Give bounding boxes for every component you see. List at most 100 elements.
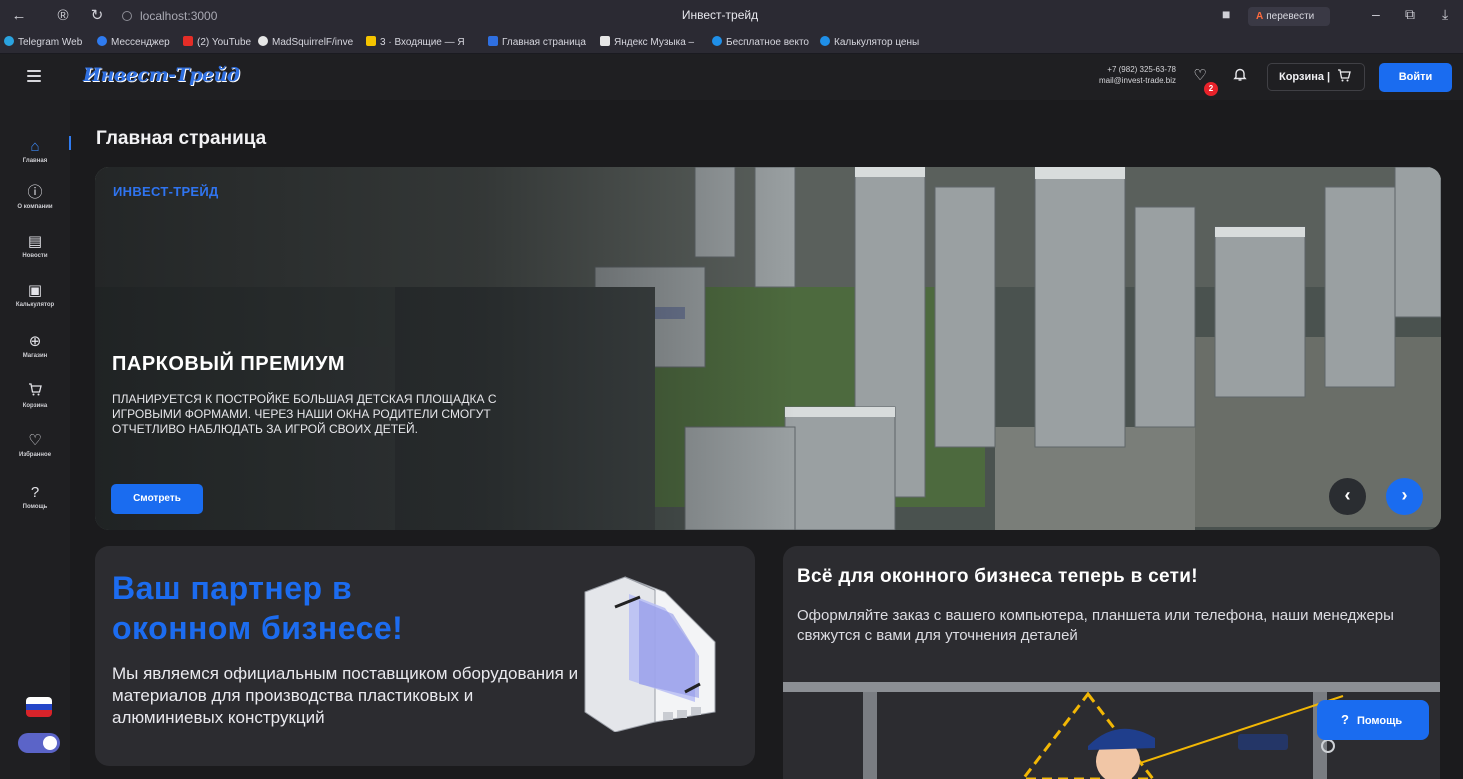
reload-icon[interactable]: ↻ (88, 7, 106, 25)
question-icon: ? (1341, 712, 1349, 727)
bookmark-item[interactable]: Бесплатное векто (712, 36, 809, 50)
contacts: +7 (982) 325-63-78 mail@invest-trade.biz (1050, 64, 1176, 86)
logo[interactable]: Инвест-Трейд (83, 64, 240, 86)
bookmark-label: Калькулятор цены (834, 37, 920, 48)
bookmark-icon[interactable]: ■ (1222, 6, 1230, 22)
partner-title-line: Ваш партнер в (112, 570, 353, 606)
heart-icon: ♡ (28, 432, 42, 449)
window-profile-image (584, 576, 716, 732)
sidebar-item-label: Главная (22, 158, 48, 164)
toggle-knob (43, 736, 57, 750)
bookmark-item[interactable]: 3 · Входящие — Я (366, 36, 465, 50)
theme-toggle[interactable] (18, 733, 60, 753)
bookmark-label: Мессенджер (111, 37, 170, 48)
carousel-next-button[interactable]: › (1386, 478, 1423, 515)
partner-title-line: оконном бизнесе! (112, 610, 404, 646)
bookmark-item[interactable]: MadSquirrelF/inve (258, 36, 353, 50)
menu-icon[interactable] (27, 70, 41, 82)
bookmark-item[interactable]: Мессенджер (97, 36, 170, 50)
app-header: Инвест-Трейд +7 (982) 325-63-78 mail@inv… (0, 54, 1463, 100)
sidebar-item-label: Магазин (22, 353, 48, 359)
site-favicon-icon (488, 36, 498, 46)
cart-button[interactable]: Корзина | (1267, 63, 1365, 91)
profile-icon[interactable]: ® (54, 7, 72, 25)
back-arrow-icon[interactable]: ← (10, 7, 28, 25)
sidebar-item-home[interactable]: ⌂ Главная (0, 138, 70, 164)
url-text: localhost:3000 (140, 9, 218, 23)
bookmark-item[interactable]: Telegram Web (4, 36, 82, 50)
partner-title: Ваш партнер в оконном бизнесе! (112, 568, 403, 648)
notification-bell-icon[interactable] (1226, 62, 1254, 90)
translate-icon: A (1256, 11, 1264, 22)
hero-description: Планируется к постройке большая детская … (112, 392, 497, 436)
sidebar-item-favorites[interactable]: ♡ Избранное (0, 432, 70, 458)
cart-button-label: Корзина | (1279, 71, 1331, 83)
email-link[interactable]: mail@invest-trade.biz (1050, 75, 1176, 86)
bookmark-item[interactable]: Главная страница (488, 36, 586, 50)
bookmark-item[interactable]: Калькулятор цены (820, 36, 919, 50)
sidebar-item-label: Калькулятор (15, 302, 55, 308)
bookmark-label: (2) YouTube (197, 37, 252, 48)
bookmark-label: Главная страница (502, 37, 586, 48)
partner-card: Ваш партнер в оконном бизнесе! Мы являем… (95, 546, 755, 766)
sidebar-item-label: Новости (22, 253, 48, 259)
home-icon: ⌂ (30, 138, 40, 155)
vector-icon (712, 36, 722, 46)
language-flag-icon[interactable] (26, 697, 52, 717)
sidebar-item-about[interactable]: ⓘ О компании (0, 184, 70, 210)
news-icon: ▤ (27, 233, 43, 250)
phone-link[interactable]: +7 (982) 325-63-78 (1050, 64, 1176, 75)
cart-icon (1338, 69, 1352, 82)
bookmark-item[interactable]: (2) YouTube (183, 36, 251, 50)
online-card: Всё для оконного бизнеса теперь в сети! … (783, 546, 1440, 779)
online-description: Оформляйте заказ с вашего компьютера, пл… (797, 607, 1394, 644)
telegram-icon (4, 36, 14, 46)
sidebar-item-help[interactable]: ? Помощь (0, 484, 70, 510)
download-icon[interactable]: ⤓ (1442, 6, 1448, 23)
minimize-icon[interactable]: – (1372, 6, 1380, 22)
address-bar[interactable]: localhost:3000 (122, 7, 502, 25)
sidebar-item-shop[interactable]: ⊕ Магазин (0, 333, 70, 359)
youtube-icon (183, 36, 193, 46)
tab-title: Инвест-трейд (681, 8, 759, 22)
hero-overlay (95, 167, 795, 530)
bookmarks-bar: Telegram Web Мессенджер (2) YouTube MadS… (0, 32, 1463, 54)
sidebar: ⌂ Главная ⓘ О компании ▤ Новости ▣ Кальк… (0, 100, 71, 779)
site-info-icon[interactable] (122, 11, 132, 21)
page-title: Главная страница (96, 128, 267, 149)
view-button[interactable]: Смотреть (111, 484, 203, 514)
bookmark-item[interactable]: Яндекс Музыка – (600, 36, 694, 50)
calculator-icon: ▣ (27, 282, 43, 299)
hero-brand: ИНВЕСТ-ТРЕЙД (113, 184, 219, 199)
sidebar-item-calculator[interactable]: ▣ Калькулятор (0, 282, 70, 308)
github-icon (258, 36, 268, 46)
help-button[interactable]: ? Помощь (1317, 700, 1429, 740)
cart-icon (0, 383, 70, 401)
question-circle-icon: ⓘ (27, 184, 43, 201)
shop-icon: ⊕ (28, 333, 42, 350)
sidebar-item-news[interactable]: ▤ Новости (0, 233, 70, 259)
bookmark-label: Telegram Web (18, 37, 83, 48)
hero-title: ПАРКОВЫЙ ПРЕМИУМ (112, 353, 346, 375)
help-button-label: Помощь (1356, 715, 1403, 727)
bookmark-label: MadSquirrelF/inve (272, 37, 354, 48)
messenger-icon (97, 36, 107, 46)
partner-description: Мы являемся официальным поставщиком обор… (112, 664, 579, 727)
translate-button[interactable]: Aперевести (1248, 7, 1330, 26)
hero-banner: ИНВЕСТ-ТРЕЙД ПАРКОВЫЙ ПРЕМИУМ Планируетс… (95, 167, 1441, 530)
favorites-badge: 2 (1204, 82, 1218, 96)
chevron-right-icon: › (1401, 485, 1408, 505)
extensions-icon[interactable]: ⧉ (1405, 6, 1415, 23)
carousel-prev-button[interactable]: ‹ (1329, 478, 1366, 515)
question-icon: ? (30, 484, 40, 501)
sidebar-item-label: Избранное (18, 452, 52, 458)
login-button[interactable]: Войти (1379, 63, 1452, 92)
mail-icon (366, 36, 376, 46)
bookmark-label: 3 · Входящие — Я (380, 37, 465, 48)
sidebar-item-label: О компании (17, 204, 53, 210)
browser-toolbar: ← ® ↻ localhost:3000 Инвест-трейд ■ Aпер… (0, 0, 1463, 32)
sidebar-item-cart[interactable]: Корзина (0, 383, 70, 409)
translate-label: перевести (1266, 11, 1315, 22)
bookmark-label: Бесплатное векто (726, 37, 809, 48)
bookmark-label: Яндекс Музыка – (614, 37, 695, 48)
